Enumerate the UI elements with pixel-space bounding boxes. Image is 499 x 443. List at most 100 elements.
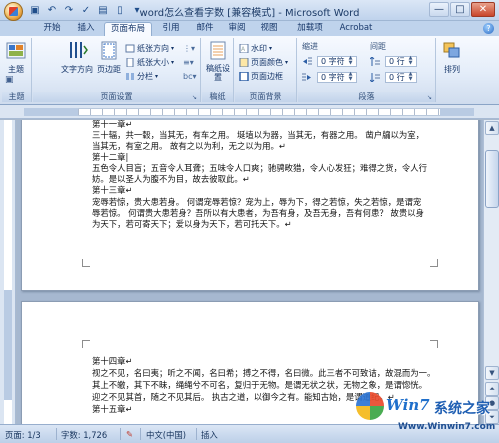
tab-home[interactable]: 开始 xyxy=(36,22,68,36)
indent-left-input[interactable]: 0 字符 ▲ ▼ xyxy=(317,55,357,67)
themes-button[interactable]: 主题 xyxy=(5,40,27,75)
breaks-icon[interactable]: ⋮▾ xyxy=(183,42,195,54)
page-setup-launcher-icon[interactable]: ↘ xyxy=(192,94,199,101)
margins-button[interactable]: 页边距 xyxy=(97,40,121,75)
text-direction-button[interactable]: 文字方向 xyxy=(61,40,93,75)
maximize-button[interactable]: □ xyxy=(450,2,470,17)
themes-icon xyxy=(5,40,27,62)
status-separator xyxy=(120,428,121,440)
group-page-background: A 水印 ▾ 页面颜色 ▾ 页面边框 页面背景 xyxy=(235,38,297,102)
tab-acrobat[interactable]: Acrobat xyxy=(334,22,378,36)
spacing-after-icon xyxy=(369,72,380,83)
vruler-margin xyxy=(4,290,12,400)
draft-paper-icon xyxy=(207,40,229,62)
draft-settings-button[interactable]: 稿纸设置 xyxy=(205,40,231,82)
status-word-count[interactable]: 字数: 1,726 xyxy=(61,429,107,441)
spacing-after-input[interactable]: 0 行 ▲ ▼ xyxy=(385,71,417,83)
draft-settings-label: 稿纸设置 xyxy=(206,64,230,82)
columns-button[interactable]: 分栏 ▾ xyxy=(125,70,158,82)
page-border-icon xyxy=(239,70,249,82)
windows-logo-icon xyxy=(356,392,384,420)
indent-right-row: 0 字符 ▲ ▼ xyxy=(302,71,357,83)
document-area[interactable]: 第十一章↵ 三十辐，共一毂，当其无，有车之用。 埏埴以为器，当其无，有器之用。 … xyxy=(17,120,483,424)
size-button[interactable]: 纸张大小 ▾ xyxy=(125,56,174,68)
page-border-button[interactable]: 页面边框 xyxy=(239,70,283,82)
crop-mark xyxy=(82,259,90,267)
group-draft-paper: 稿纸设置 稿纸 xyxy=(202,38,234,102)
hyphenation-icon[interactable]: bc▾ xyxy=(183,70,197,82)
tab-addins[interactable]: 加载项 xyxy=(290,22,330,36)
crop-mark xyxy=(82,340,90,348)
size-label: 纸张大小 xyxy=(137,57,169,67)
group-themes: 主题 ▣ 主题 xyxy=(2,38,32,102)
arrange-icon xyxy=(441,40,463,62)
watermark-label: 水印 xyxy=(251,43,267,53)
watermark-button[interactable]: A 水印 ▾ xyxy=(239,42,272,54)
watermark-url: Www.Winwin7.com xyxy=(398,422,496,432)
tab-page-layout[interactable]: 页面布局 xyxy=(104,22,152,36)
spacing-after-row: 0 行 ▲ ▼ xyxy=(369,71,417,83)
status-page[interactable]: 页面: 1/3 xyxy=(5,429,41,441)
window-title: word怎么查看字数 [兼容模式] - Microsoft Word xyxy=(139,8,360,19)
doc-line: 其上不皦，其下不昧，绳绳兮不可名，复归于无物。是谓无状之状，无物之象，是谓惚恍。 xyxy=(92,380,427,390)
tab-review[interactable]: 审阅 xyxy=(222,22,252,36)
indent-label: 缩进 xyxy=(302,41,318,51)
columns-label: 分栏 xyxy=(137,71,153,81)
paragraph-launcher-icon[interactable]: ↘ xyxy=(427,94,434,101)
scroll-up-icon[interactable]: ▲ xyxy=(485,121,499,135)
vertical-ruler[interactable] xyxy=(0,120,16,424)
ruler-ticks xyxy=(78,109,440,115)
watermark-brand-a: Win7 xyxy=(386,396,430,414)
spacing-before-input[interactable]: 0 行 ▲ ▼ xyxy=(385,55,417,67)
indent-right-icon xyxy=(302,73,312,82)
doc-line: 第十一章↵ xyxy=(92,120,133,129)
ribbon-page-layout: 主题 ▣ 主题 文字方向 页边距 纸张方向 ▾ 纸张大小 ▾ 分栏 ▾ ⋮▾ ≡… xyxy=(0,36,499,105)
doc-line: 辱若惊。 何谓贵大患若身？吾所以有大患者，为吾有身，及吾无身，吾有何患？ 故贵以… xyxy=(92,208,424,218)
themes-color-icon[interactable]: ▣ xyxy=(5,74,14,86)
group-label-page-bg: 页面背景 xyxy=(235,92,296,102)
arrange-button[interactable]: 排列 xyxy=(441,40,463,75)
doc-line: 视之不见，名曰夷；听之不闻，名曰希；搏之不得，名曰微。此三者不可致诘，故混而为一… xyxy=(92,368,430,378)
proofing-icon[interactable]: ✎ xyxy=(126,429,133,439)
watermark-brand-b: 系统之家 xyxy=(434,401,490,417)
status-insert-mode[interactable]: 插入 xyxy=(201,429,218,441)
spacing-label: 间距 xyxy=(370,41,386,51)
help-icon[interactable]: ? xyxy=(483,23,494,34)
orientation-icon xyxy=(125,44,135,53)
scroll-down-icon[interactable]: ▼ xyxy=(485,366,499,380)
indent-left-icon xyxy=(302,57,312,66)
scroll-thumb[interactable] xyxy=(485,150,499,208)
minimize-button[interactable]: — xyxy=(429,2,449,17)
crop-mark xyxy=(430,259,438,267)
group-label-page-setup: 页面设置 xyxy=(33,92,200,102)
tab-insert[interactable]: 插入 xyxy=(70,22,102,36)
columns-icon xyxy=(125,72,135,81)
doc-line: 为天下，若可寄天下；爱以身为天下，若可托天下。↵ xyxy=(92,219,292,229)
orientation-button[interactable]: 纸张方向 ▾ xyxy=(125,42,174,54)
close-button[interactable]: ✕ xyxy=(471,2,495,17)
window-controls: — □ ✕ xyxy=(429,2,495,17)
margins-label: 页边距 xyxy=(97,65,121,74)
group-page-setup: 文字方向 页边距 纸张方向 ▾ 纸张大小 ▾ 分栏 ▾ ⋮▾ ≡▾ bc▾ 页面设置 … xyxy=(33,38,201,102)
watermark-icon: A xyxy=(239,43,249,53)
title-bar: ▣ ↶ ↷ ✓ ▤ ▯ ▾ word怎么查看字数 [兼容模式] - Micros… xyxy=(0,0,499,21)
margins-icon xyxy=(98,40,120,62)
page-color-label: 页面颜色 xyxy=(251,57,283,67)
site-watermark: Win7 系统之家 Www.Winwin7.com xyxy=(352,392,499,438)
tab-view[interactable]: 视图 xyxy=(254,22,284,36)
horizontal-ruler[interactable] xyxy=(0,105,499,119)
status-separator xyxy=(140,428,141,440)
group-arrange: 排列 xyxy=(437,38,469,102)
tab-mailings[interactable]: 邮件 xyxy=(190,22,220,36)
doc-line: 宠辱若惊，贵大患若身。 何谓宠辱若惊？宠为上，辱为下，得之若惊，失之若惊，是谓宠 xyxy=(92,197,422,207)
page-color-button[interactable]: 页面颜色 ▾ xyxy=(239,56,288,68)
ruler-right-margin xyxy=(440,108,474,116)
doc-line: 当其无，有室之用。 故有之以为利，无之以为用。↵ xyxy=(92,141,286,151)
page-1[interactable]: 第十一章↵ 三十辐，共一毂，当其无，有车之用。 埏埴以为器，当其无，有器之用。 … xyxy=(21,120,479,291)
status-language[interactable]: 中文(中国) xyxy=(146,429,186,441)
indent-right-input[interactable]: 0 字符 ▲ ▼ xyxy=(317,71,357,83)
crop-mark xyxy=(430,340,438,348)
vertical-scrollbar[interactable]: ▲ ▼ ⏶ ● ⏷ xyxy=(483,120,499,424)
tab-references[interactable]: 引用 xyxy=(156,22,186,36)
line-numbers-icon[interactable]: ≡▾ xyxy=(183,56,194,68)
